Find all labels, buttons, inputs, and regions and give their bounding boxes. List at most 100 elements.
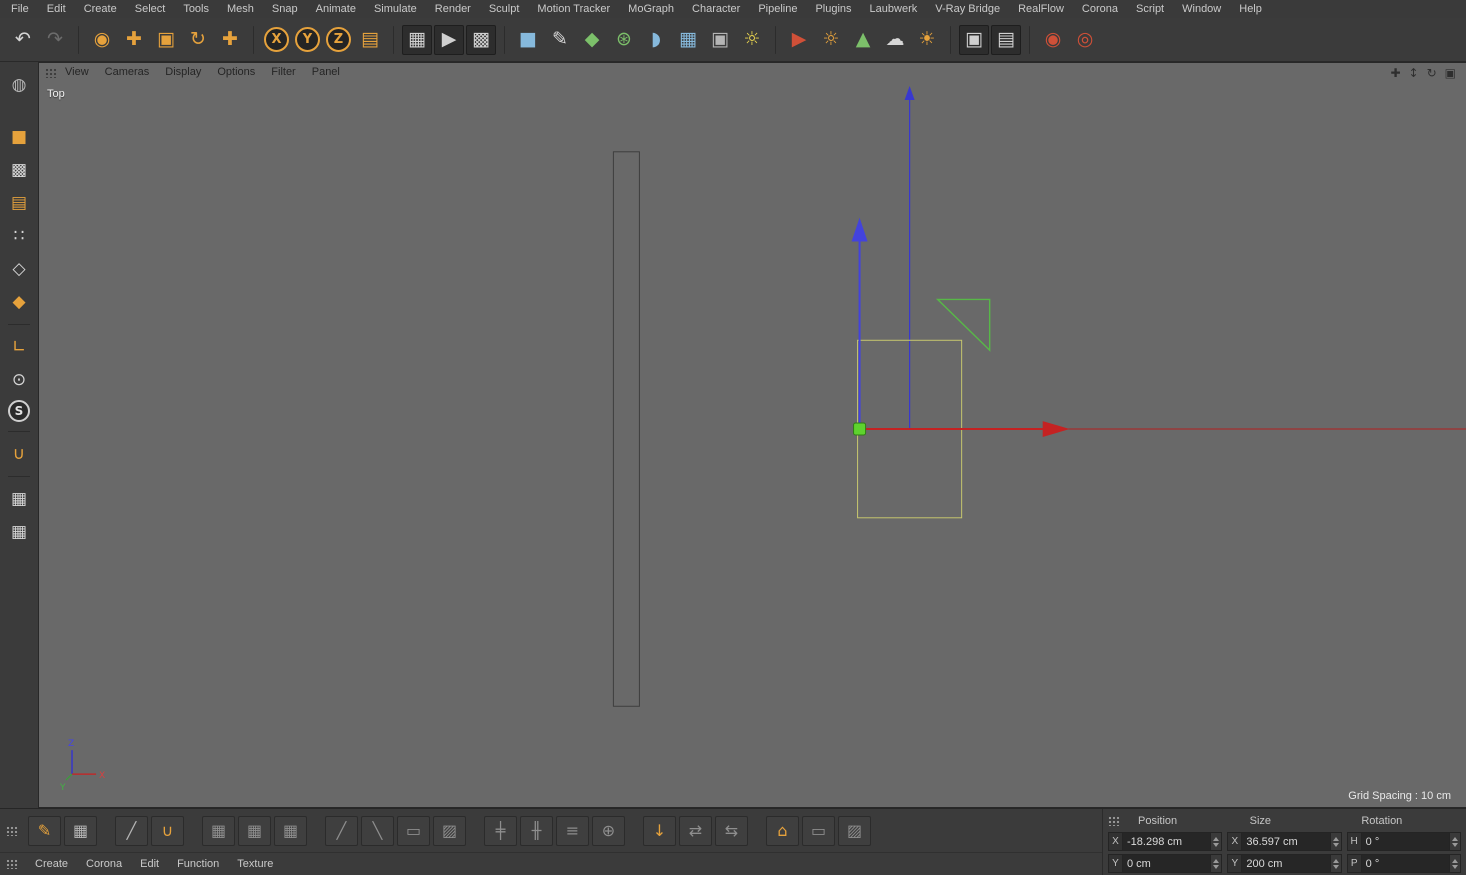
- panel-grip-icon[interactable]: [45, 67, 57, 78]
- menu-script[interactable]: Script: [1127, 2, 1173, 17]
- move-tool-icon[interactable]: ✚: [119, 25, 149, 55]
- menu-help[interactable]: Help: [1230, 2, 1271, 17]
- axis-mode-icon[interactable]: ∟: [6, 334, 32, 360]
- array-tool-icon[interactable]: ▦: [202, 815, 235, 846]
- line-cut-icon[interactable]: ╲: [361, 815, 394, 846]
- weld-tool-icon[interactable]: ⊕: [592, 815, 625, 846]
- vp-menu-options[interactable]: Options: [209, 65, 263, 80]
- mirror-tool-icon[interactable]: ⇆: [715, 815, 748, 846]
- vp-menu-panel[interactable]: Panel: [304, 65, 348, 80]
- position-x-input[interactable]: -18.298 cm: [1122, 832, 1212, 851]
- rotation-p-stepper[interactable]: [1450, 854, 1461, 873]
- object-x-axis-arrowhead[interactable]: [1042, 421, 1070, 438]
- panel-grip-icon[interactable]: [1108, 815, 1120, 826]
- object-origin-handle[interactable]: [853, 422, 867, 436]
- edges-mode-icon[interactable]: ◇: [6, 256, 32, 282]
- rotation-h-stepper[interactable]: [1450, 832, 1461, 851]
- position-y-input[interactable]: 0 cm: [1122, 854, 1212, 873]
- corona-interactive-render-icon[interactable]: ◎: [1070, 25, 1100, 55]
- menu-plugins[interactable]: Plugins: [806, 2, 860, 17]
- plane-object-wireframe[interactable]: [612, 151, 640, 707]
- vp-menu-display[interactable]: Display: [157, 65, 209, 80]
- enable-snap-icon[interactable]: ∪: [6, 441, 32, 467]
- scale-tool-icon[interactable]: ▣: [151, 25, 181, 55]
- coordinate-system-icon[interactable]: ▤: [355, 25, 385, 55]
- add-spline-icon[interactable]: ✎: [545, 25, 575, 55]
- mat-menu-create[interactable]: Create: [26, 857, 77, 872]
- toggle-panel-icon[interactable]: ▣: [1445, 66, 1456, 80]
- last-used-tool-icon[interactable]: ✚: [215, 25, 245, 55]
- drop-to-floor-icon[interactable]: ↓: [643, 815, 676, 846]
- live-selection-icon[interactable]: ◉: [87, 25, 117, 55]
- mat-menu-texture[interactable]: Texture: [228, 857, 282, 872]
- simulate-icon[interactable]: ⊛: [609, 25, 639, 55]
- add-light-icon[interactable]: ☼: [737, 25, 767, 55]
- corona-sun-icon[interactable]: ☀: [912, 25, 942, 55]
- viewport-top[interactable]: View Cameras Display Options Filter Panel ✚ ↕ ↻…: [38, 62, 1466, 808]
- menu-realflow[interactable]: RealFlow: [1009, 2, 1073, 17]
- lock-z-axis-icon[interactable]: Z: [326, 27, 351, 52]
- mograph-icon[interactable]: ◆: [577, 25, 607, 55]
- mouse-input-icon[interactable]: ⊙: [6, 367, 32, 393]
- add-camera-icon[interactable]: ▣: [705, 25, 735, 55]
- rotate-tool-icon[interactable]: ↻: [183, 25, 213, 55]
- menu-select[interactable]: Select: [126, 2, 175, 17]
- transfer-tool-icon[interactable]: ⇄: [679, 815, 712, 846]
- laubwerk-plant-icon[interactable]: ▲: [848, 25, 878, 55]
- instance-tool-icon[interactable]: ▦: [274, 815, 307, 846]
- corona-render-icon[interactable]: ◉: [1038, 25, 1068, 55]
- matrix-extrude-icon[interactable]: ▨: [838, 815, 871, 846]
- size-y-input[interactable]: 200 cm: [1241, 854, 1331, 873]
- menu-file[interactable]: File: [2, 2, 38, 17]
- menu-sculpt[interactable]: Sculpt: [480, 2, 529, 17]
- add-environment-icon[interactable]: ▦: [673, 25, 703, 55]
- menu-mograph[interactable]: MoGraph: [619, 2, 683, 17]
- vp-menu-filter[interactable]: Filter: [263, 65, 303, 80]
- texture-mode-icon[interactable]: ▩: [6, 157, 32, 183]
- picture-viewer-icon[interactable]: ▤: [991, 24, 1021, 55]
- lock-workplane-icon[interactable]: ▦: [6, 486, 32, 512]
- lock-x-axis-icon[interactable]: X: [264, 27, 289, 52]
- menu-simulate[interactable]: Simulate: [365, 2, 426, 17]
- vp-menu-cameras[interactable]: Cameras: [97, 65, 158, 80]
- points-mode-icon[interactable]: ∷: [6, 223, 32, 249]
- brush-tool-icon[interactable]: ╱: [115, 815, 148, 846]
- object-z-axis-arrowhead[interactable]: [851, 217, 868, 242]
- workplane-mode-icon[interactable]: ▤: [6, 190, 32, 216]
- knife-tool-icon[interactable]: ╱: [325, 815, 358, 846]
- lock-y-axis-icon[interactable]: Y: [295, 27, 320, 52]
- vray-camera-icon[interactable]: ▶: [784, 25, 814, 55]
- smooth-shift-icon[interactable]: ▭: [802, 815, 835, 846]
- panel-grip-icon[interactable]: [6, 859, 18, 869]
- position-x-stepper[interactable]: [1211, 832, 1223, 851]
- edge-cut-icon[interactable]: ╪: [484, 815, 517, 846]
- plane-cut-icon[interactable]: ▨: [433, 815, 466, 846]
- panel-grip-icon[interactable]: [6, 825, 18, 836]
- tweak-grid-icon[interactable]: ▦: [64, 815, 97, 846]
- viewport-solo-icon[interactable]: S: [8, 400, 30, 422]
- redo-icon[interactable]: ↷: [40, 25, 70, 55]
- spline-pen-icon[interactable]: ✎: [28, 815, 61, 846]
- size-y-stepper[interactable]: [1330, 854, 1342, 873]
- magnet-tool-icon[interactable]: ∪: [151, 815, 184, 846]
- undo-icon[interactable]: ↶: [8, 25, 38, 55]
- rotation-h-input[interactable]: 0 °: [1360, 832, 1450, 851]
- globe-icon[interactable]: ◍: [6, 72, 32, 98]
- render-settings-icon[interactable]: ▩: [466, 24, 496, 55]
- mat-menu-function[interactable]: Function: [168, 857, 228, 872]
- menu-pipeline[interactable]: Pipeline: [749, 2, 806, 17]
- extrude-tool-icon[interactable]: ⌂: [766, 815, 799, 846]
- menu-corona[interactable]: Corona: [1073, 2, 1127, 17]
- corona-light-icon[interactable]: ☼: [816, 25, 846, 55]
- pan-view-icon[interactable]: ✚: [1390, 66, 1400, 80]
- model-mode-icon[interactable]: ■: [6, 124, 32, 150]
- add-cube-icon[interactable]: ■: [513, 25, 543, 55]
- size-x-input[interactable]: 36.597 cm: [1241, 832, 1331, 851]
- corona-sky-icon[interactable]: ☁: [880, 25, 910, 55]
- rotation-p-input[interactable]: 0 °: [1360, 854, 1450, 873]
- size-x-stepper[interactable]: [1330, 832, 1342, 851]
- menu-character[interactable]: Character: [683, 2, 749, 17]
- add-deformer-icon[interactable]: ◗: [641, 25, 671, 55]
- menu-animate[interactable]: Animate: [307, 2, 365, 17]
- menu-render[interactable]: Render: [426, 2, 480, 17]
